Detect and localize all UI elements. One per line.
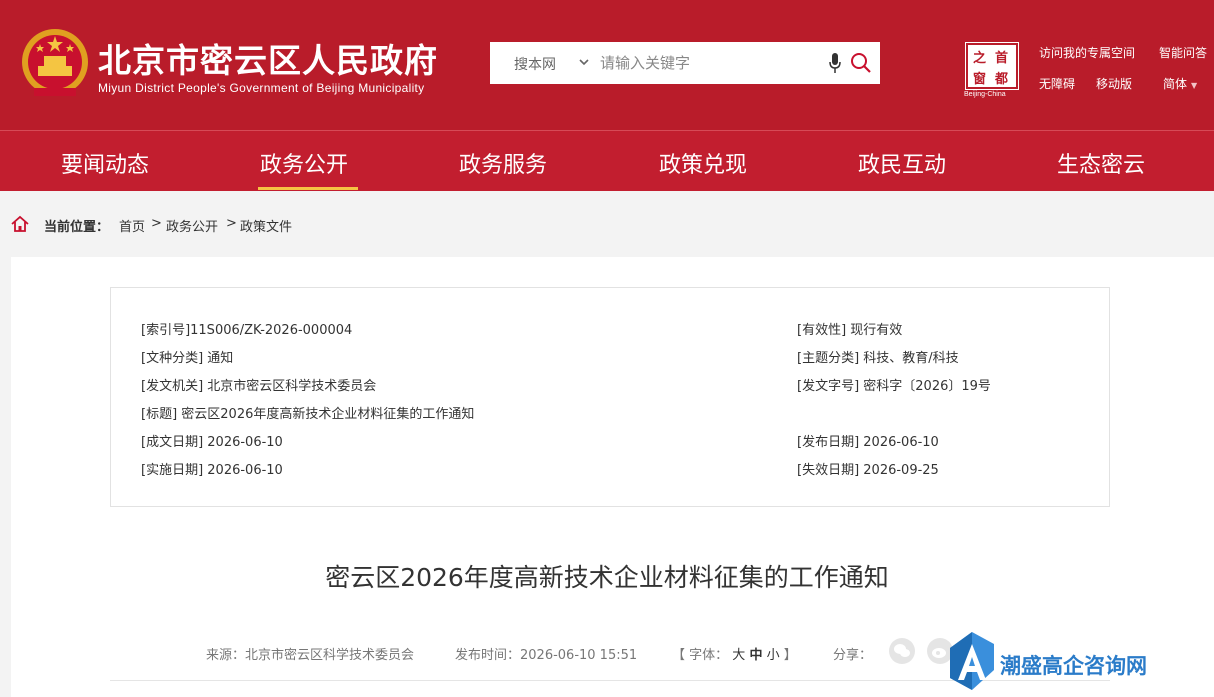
nav-item-news[interactable]: 要闻动态 [61,147,149,179]
capital-char-3: 之 [973,51,987,66]
home-icon [11,215,29,232]
breadcrumb-label: 当前位置： [44,220,110,235]
site-subtitle: Miyun District People's Government of Be… [98,81,425,95]
font-size-control: 【 字体： 大 中 小 】 [672,644,797,663]
search-scope-select[interactable]: 搜本网 [514,54,556,74]
meta-doc-no: [发文字号] 密科字〔2026〕19号 [797,379,991,394]
nav-active-indicator [258,187,358,190]
watermark: 潮盛高企咨询网 [944,630,1194,694]
meta-expiry-date: [失效日期] 2026-09-25 [797,463,939,478]
article-source: 来源：北京市密云区科学技术委员会 [206,648,415,663]
smart-qa-link[interactable]: 智能问答 [1159,44,1207,61]
personal-space-link[interactable]: 访问我的专属空间 [1039,44,1135,61]
breadcrumb-separator: > [226,216,237,231]
breadcrumb-home[interactable]: 首页 [119,216,145,235]
mobile-version-link[interactable]: 移动版 [1096,75,1132,92]
search-box: 搜本网 [490,42,880,84]
article-title: 密云区2026年度高新技术企业材料征集的工作通知 [325,563,889,592]
breadcrumb-policy-documents[interactable]: 政策文件 [240,216,292,235]
chevron-down-icon[interactable] [578,56,590,68]
meta-published-date: [发布日期] 2026-06-10 [797,435,939,450]
wechat-share-icon[interactable] [889,638,915,664]
meta-title: [标题] 密云区2026年度高新技术企业材料征集的工作通知 [141,407,475,422]
caret-down-icon: ▼ [1191,81,1198,90]
font-size-medium[interactable]: 中 [749,648,762,663]
font-size-label: 【 字体： [672,648,729,663]
capital-logo-grid: 首 都 之 窗 [965,42,1019,90]
nav-item-policy[interactable]: 政策兑现 [659,147,747,179]
font-size-large[interactable]: 大 [732,648,745,663]
breadcrumb-separator: > [151,216,162,231]
nav-item-government-affairs[interactable]: 政务公开 [260,147,348,179]
font-size-small[interactable]: 小 [767,648,780,663]
capital-window-logo[interactable]: 首 都 之 窗 Beijing-China [964,42,1019,101]
capital-logo-caption: Beijing-China [964,91,1006,98]
site-title: 北京市密云区人民政府 [98,41,438,80]
watermark-text: 潮盛高企咨询网 [1000,653,1147,678]
meta-created-date: [成文日期] 2026-06-10 [141,435,283,450]
search-icon[interactable] [850,52,872,74]
article-publish-time: 发布时间：2026-06-10 15:51 [455,648,638,663]
share-label: 分享： [833,648,873,663]
nav-item-interaction[interactable]: 政民互动 [858,147,946,179]
main-nav: 要闻动态 政务公开 政务服务 政策兑现 政民互动 生态密云 [0,130,1214,191]
search-input[interactable] [600,48,820,78]
language-select[interactable]: 简体 ▼ [1163,75,1197,92]
capital-char-1: 首 [995,51,1009,66]
watermark-logo-icon [950,632,994,690]
meta-validity: [有效性] 现行有效 [797,323,903,338]
capital-char-4: 窗 [973,72,987,87]
microphone-icon[interactable] [828,52,842,74]
accessibility-link[interactable]: 无障碍 [1039,75,1075,92]
meta-topic: [主题分类] 科技、教育/科技 [797,351,959,366]
nav-item-services[interactable]: 政务服务 [459,147,547,179]
site-header: 北京市密云区人民政府 Miyun District People's Gover… [0,0,1214,130]
font-size-end: 】 [783,648,797,663]
language-label: 简体 [1163,77,1188,91]
meta-index-no: [索引号]11S006/ZK-2026-000004 [141,323,353,338]
nav-item-ecology[interactable]: 生态密云 [1057,147,1145,179]
breadcrumb-government-affairs[interactable]: 政务公开 [166,216,218,235]
meta-effective-date: [实施日期] 2026-06-10 [141,463,283,478]
meta-doc-type: [文种分类] 通知 [141,351,234,366]
national-emblem-icon [22,29,88,96]
meta-issuer: [发文机关] 北京市密云区科学技术委员会 [141,379,377,394]
capital-char-2: 都 [995,72,1009,87]
